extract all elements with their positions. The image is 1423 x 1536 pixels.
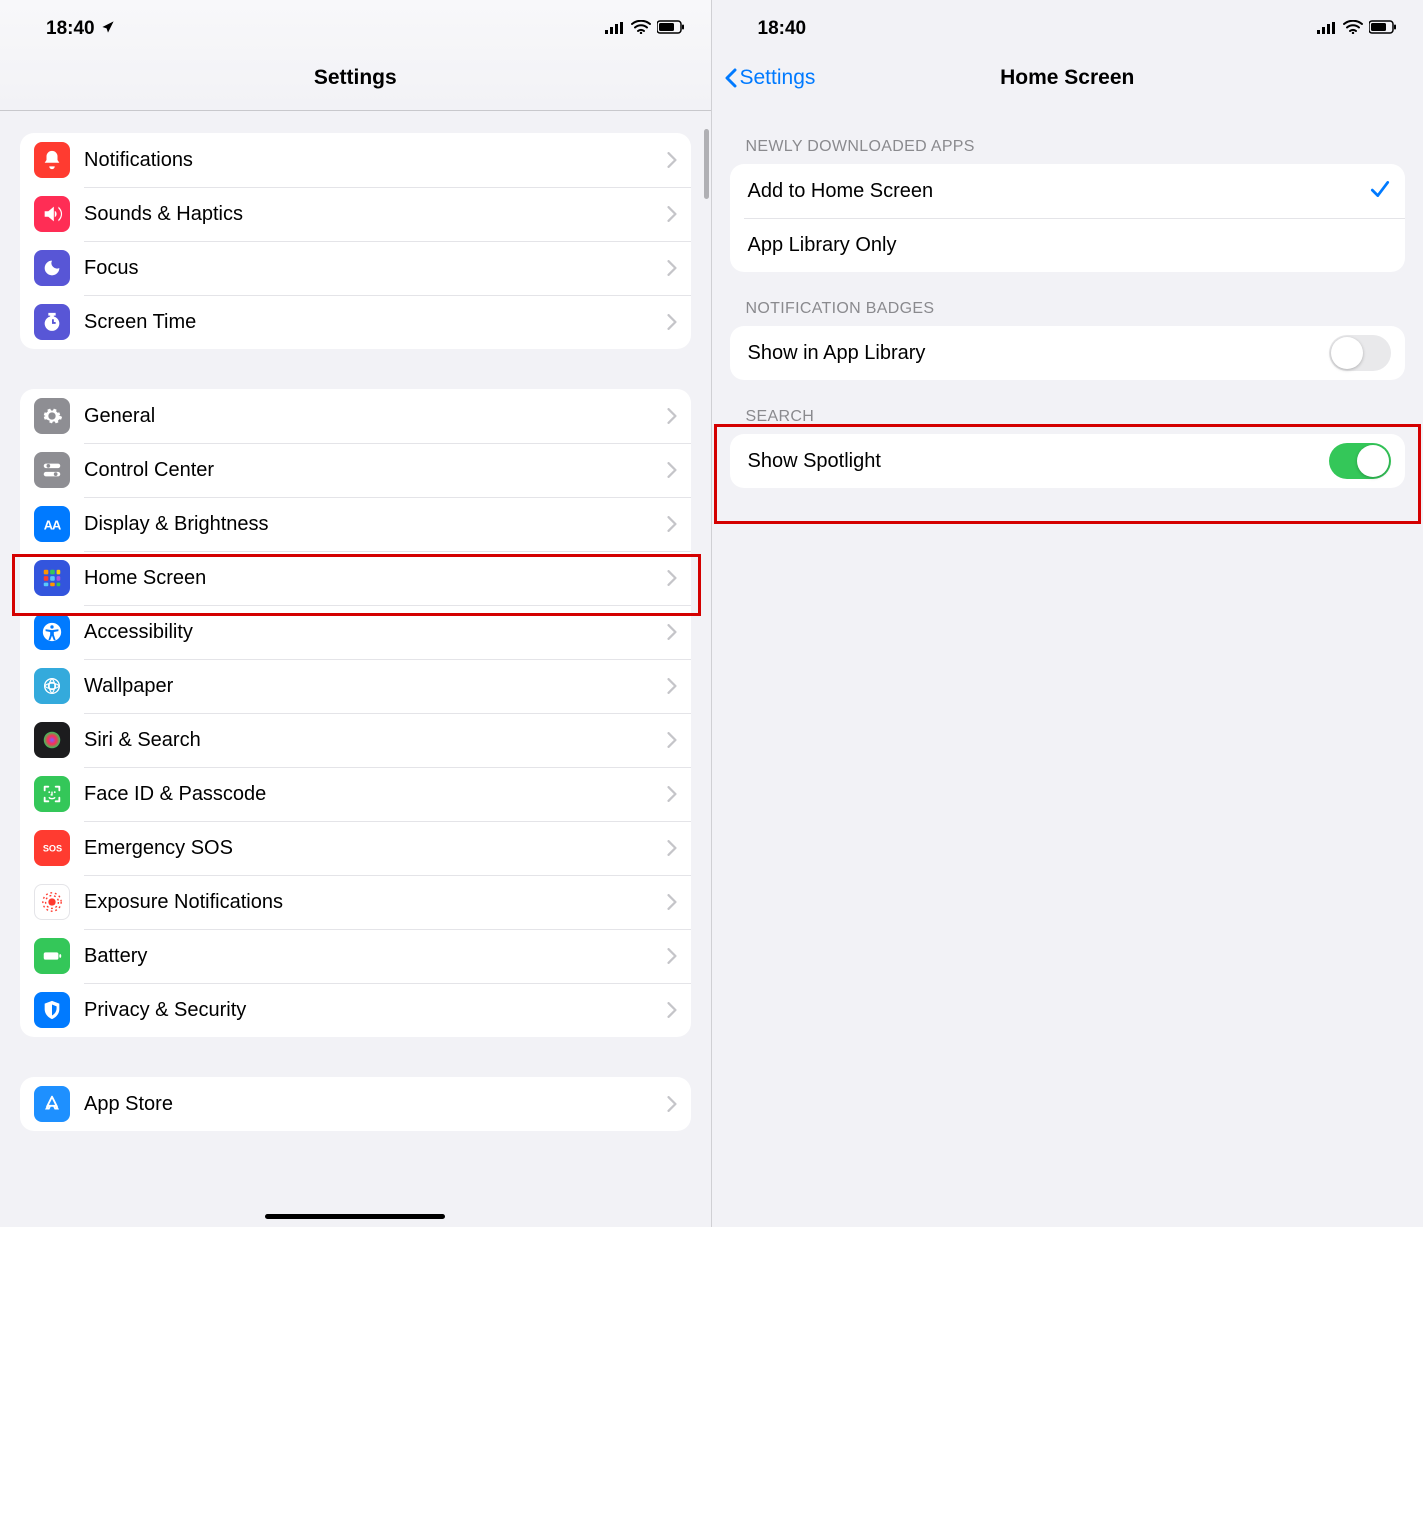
- page-title: Settings: [314, 66, 397, 90]
- screen-time-icon: [34, 304, 70, 340]
- row-label: Emergency SOS: [84, 837, 667, 860]
- back-label: Settings: [740, 66, 816, 90]
- chevron-right-icon: [667, 894, 677, 910]
- row-label: General: [84, 405, 667, 428]
- faceid-icon: [34, 776, 70, 812]
- accessibility-icon: [34, 614, 70, 650]
- chevron-right-icon: [667, 624, 677, 640]
- chevron-right-icon: [667, 678, 677, 694]
- chevron-right-icon: [667, 840, 677, 856]
- cellular-icon: [605, 18, 625, 40]
- cellular-icon: [1317, 18, 1337, 40]
- settings-row-faceid[interactable]: Face ID & Passcode: [20, 767, 691, 821]
- chevron-right-icon: [667, 462, 677, 478]
- settings-row-sos[interactable]: Emergency SOS: [20, 821, 691, 875]
- settings-row-general[interactable]: General: [20, 389, 691, 443]
- option-add-to-home-screen[interactable]: Add to Home Screen: [730, 164, 1406, 218]
- row-label: Privacy & Security: [84, 999, 667, 1022]
- toggle-show-in-app-library-row: Show in App Library: [730, 326, 1406, 380]
- row-label: Notifications: [84, 149, 667, 172]
- settings-row-siri[interactable]: Siri & Search: [20, 713, 691, 767]
- chevron-right-icon: [667, 314, 677, 330]
- settings-row-notifications[interactable]: Notifications: [20, 133, 691, 187]
- status-icons: [605, 18, 685, 40]
- battery-icon: [657, 18, 685, 40]
- settings-row-accessibility[interactable]: Accessibility: [20, 605, 691, 659]
- app-store-icon: [34, 1086, 70, 1122]
- row-label: Control Center: [84, 459, 667, 482]
- section-header-newly-downloaded: Newly Downloaded Apps: [730, 110, 1406, 164]
- chevron-right-icon: [667, 408, 677, 424]
- row-label: Battery: [84, 945, 667, 968]
- section-header-search: Search: [730, 380, 1406, 434]
- status-time: 18:40: [758, 18, 807, 40]
- exposure-icon: [34, 884, 70, 920]
- chevron-right-icon: [667, 948, 677, 964]
- chevron-right-icon: [667, 1002, 677, 1018]
- status-time: 18:40: [46, 18, 95, 40]
- toggle-show-in-app-library[interactable]: [1329, 335, 1391, 371]
- home-screen-icon: [34, 560, 70, 596]
- toggle-show-spotlight[interactable]: [1329, 443, 1391, 479]
- sounds-icon: [34, 196, 70, 232]
- row-label: Display & Brightness: [84, 513, 667, 536]
- row-label: Exposure Notifications: [84, 891, 667, 914]
- settings-row-control-center[interactable]: Control Center: [20, 443, 691, 497]
- row-label: Focus: [84, 257, 667, 280]
- chevron-right-icon: [667, 152, 677, 168]
- row-label: Home Screen: [84, 567, 667, 590]
- chevron-right-icon: [667, 570, 677, 586]
- wifi-icon: [631, 18, 651, 40]
- back-button[interactable]: Settings: [724, 66, 816, 90]
- status-bar: 18:40: [712, 0, 1423, 46]
- section-header-notification-badges: Notification Badges: [730, 272, 1406, 326]
- sos-icon: [34, 830, 70, 866]
- row-label: Screen Time: [84, 311, 667, 334]
- settings-row-screen-time[interactable]: Screen Time: [20, 295, 691, 349]
- location-icon: [101, 18, 115, 40]
- settings-row-wallpaper[interactable]: Wallpaper: [20, 659, 691, 713]
- row-label: Sounds & Haptics: [84, 203, 667, 226]
- chevron-right-icon: [667, 516, 677, 532]
- settings-row-exposure[interactable]: Exposure Notifications: [20, 875, 691, 929]
- display-icon: [34, 506, 70, 542]
- siri-icon: [34, 722, 70, 758]
- settings-row-display[interactable]: Display & Brightness: [20, 497, 691, 551]
- page-title: Home Screen: [1000, 66, 1134, 90]
- row-label: Siri & Search: [84, 729, 667, 752]
- row-label: Accessibility: [84, 621, 667, 644]
- wallpaper-icon: [34, 668, 70, 704]
- control-center-icon: [34, 452, 70, 488]
- row-label: Wallpaper: [84, 675, 667, 698]
- status-bar: 18:40: [0, 0, 711, 46]
- scrollbar[interactable]: [704, 129, 709, 199]
- chevron-right-icon: [667, 1096, 677, 1112]
- chevron-right-icon: [667, 732, 677, 748]
- chevron-right-icon: [667, 786, 677, 802]
- battery-icon: [1369, 18, 1397, 40]
- settings-row-privacy[interactable]: Privacy & Security: [20, 983, 691, 1037]
- settings-row-home-screen[interactable]: Home Screen: [20, 551, 691, 605]
- toggle-show-spotlight-row: Show Spotlight: [730, 434, 1406, 488]
- row-label: Face ID & Passcode: [84, 783, 667, 806]
- home-indicator[interactable]: [265, 1214, 445, 1219]
- settings-row-app-store[interactable]: App Store: [20, 1077, 691, 1131]
- battery-icon: [34, 938, 70, 974]
- privacy-icon: [34, 992, 70, 1028]
- option-app-library-only[interactable]: App Library Only: [730, 218, 1406, 272]
- general-icon: [34, 398, 70, 434]
- row-label: App Store: [84, 1093, 667, 1116]
- notifications-icon: [34, 142, 70, 178]
- settings-row-sounds[interactable]: Sounds & Haptics: [20, 187, 691, 241]
- chevron-right-icon: [667, 260, 677, 276]
- wifi-icon: [1343, 18, 1363, 40]
- status-icons: [1317, 18, 1397, 40]
- settings-row-focus[interactable]: Focus: [20, 241, 691, 295]
- chevron-right-icon: [667, 206, 677, 222]
- settings-row-battery[interactable]: Battery: [20, 929, 691, 983]
- focus-icon: [34, 250, 70, 286]
- check-icon: [1369, 178, 1391, 205]
